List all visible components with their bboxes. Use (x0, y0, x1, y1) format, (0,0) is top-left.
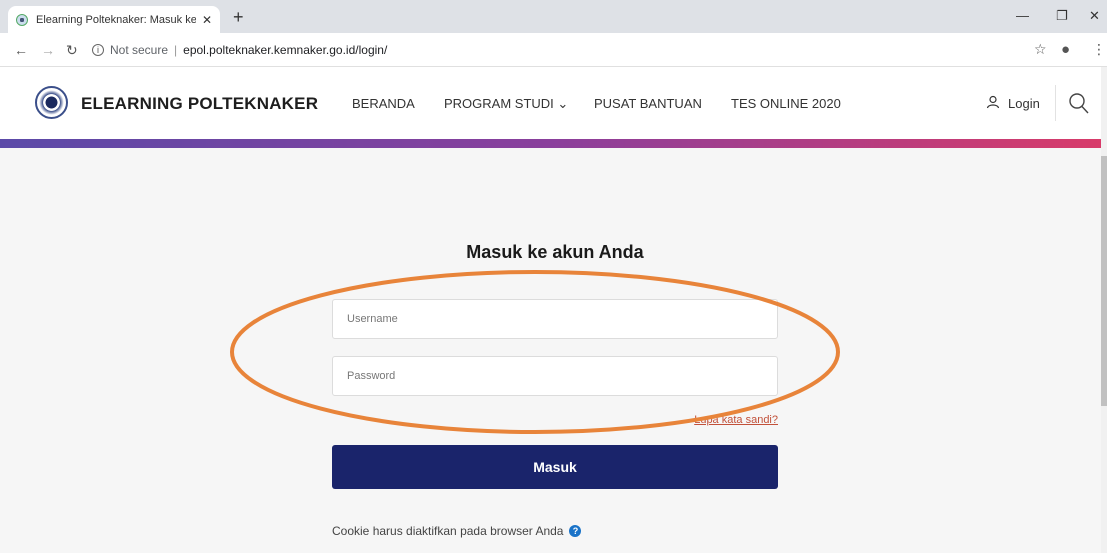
back-arrow-icon[interactable]: ← (14, 42, 28, 58)
nav-divider (1055, 85, 1056, 121)
url-separator: | (174, 43, 178, 57)
nav-program-studi[interactable]: PROGRAM STUDI ⌄ (444, 96, 568, 112)
site-logo[interactable] (35, 86, 68, 119)
tab-close-icon[interactable]: ✕ (202, 13, 212, 27)
login-link[interactable]: Login (986, 95, 1040, 112)
minimize-button[interactable]: — (1016, 8, 1029, 23)
security-label: Not secure (110, 43, 169, 57)
password-input[interactable] (332, 356, 778, 396)
site-brand[interactable]: ELEARNING POLTEKNAKER (81, 94, 318, 114)
scrollbar-thumb[interactable] (1101, 156, 1107, 406)
nav-beranda[interactable]: BERANDA (352, 96, 415, 111)
login-title: Masuk ke akun Anda (466, 242, 644, 262)
cookie-notice: Cookie harus diaktifkan pada browser And… (332, 524, 582, 538)
url-omnibox[interactable]: i Not secure | epol.polteknaker.kemnaker… (92, 39, 1012, 61)
favicon-icon (16, 13, 28, 26)
url-text[interactable]: epol.polteknaker.kemnaker.go.id/login/ (183, 43, 387, 57)
new-tab-button[interactable]: + (233, 7, 244, 28)
nav-tes-online[interactable]: TES ONLINE 2020 (731, 96, 841, 111)
window-close-button[interactable]: ✕ (1089, 8, 1100, 24)
cookie-notice-text: Cookie harus diaktifkan pada browser And… (332, 524, 564, 538)
browser-tab-bar: Elearning Polteknaker: Masuk ke ✕ + — ❐ … (0, 0, 1107, 33)
help-icon[interactable]: ? (569, 525, 582, 537)
username-input[interactable] (332, 299, 778, 339)
site-navbar: ELEARNING POLTEKNAKER BERANDA PROGRAM ST… (0, 67, 1101, 139)
account-icon[interactable]: ● (1061, 41, 1070, 58)
tab-title: Elearning Polteknaker: Masuk ke (36, 13, 196, 26)
restore-button[interactable]: ❐ (1056, 8, 1068, 24)
user-icon (986, 95, 1000, 112)
forgot-password-link[interactable]: Lupa kata sandi? (600, 414, 778, 426)
login-label: Login (1008, 96, 1040, 111)
star-icon[interactable]: ☆ (1034, 41, 1047, 58)
login-page-background (0, 148, 1101, 553)
reload-icon[interactable]: ↻ (66, 42, 78, 59)
search-icon[interactable] (1068, 91, 1090, 115)
browser-tab[interactable]: Elearning Polteknaker: Masuk ke ✕ (8, 6, 220, 33)
nav-pusat-bantuan[interactable]: PUSAT BANTUAN (594, 96, 702, 111)
forward-arrow-icon[interactable]: → (41, 42, 55, 58)
menu-dots-icon[interactable]: ⋮ (1092, 41, 1106, 58)
header-gradient-bar (0, 139, 1101, 148)
login-submit-button[interactable]: Masuk (332, 445, 778, 489)
address-bar: ← → ↻ i Not secure | epol.polteknaker.ke… (0, 33, 1107, 67)
info-icon[interactable]: i (92, 44, 104, 56)
